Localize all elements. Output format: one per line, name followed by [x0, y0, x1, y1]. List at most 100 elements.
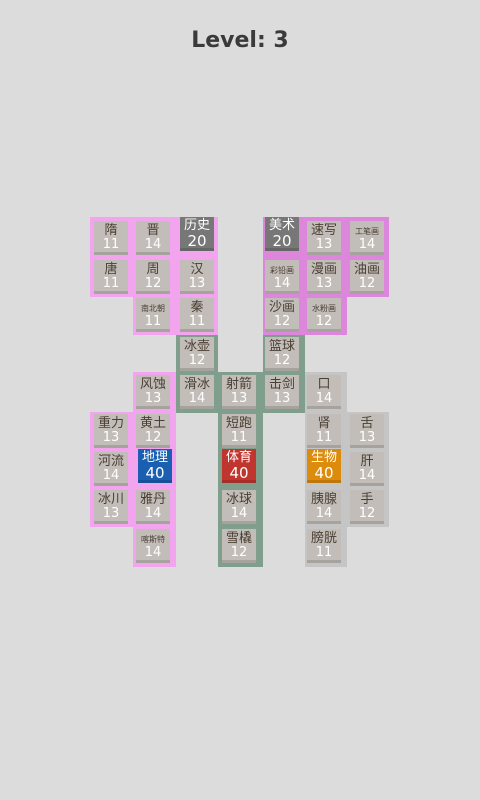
tile-label: 短跑 — [225, 416, 252, 431]
tile-label: 周 — [146, 262, 160, 277]
tile-value: 13 — [273, 391, 291, 406]
tile-value: 11 — [102, 237, 120, 252]
tile-han[interactable]: 汉 13 — [180, 260, 214, 294]
tile-label: 击剑 — [268, 377, 295, 392]
tile-value: 13 — [102, 430, 120, 445]
tile-value: 12 — [188, 353, 206, 368]
tile-value: 12 — [273, 353, 291, 368]
tile-label: 生物 — [310, 450, 337, 465]
tile-label: 南北朝 — [141, 304, 165, 313]
tile-value: 13 — [188, 276, 206, 291]
tile-value: 12 — [144, 276, 162, 291]
tile-label: 汉 — [190, 262, 204, 277]
tile-value: 14 — [358, 468, 376, 483]
tile-bingqiu[interactable]: 冰球 14 — [222, 490, 256, 524]
tile-gongbi[interactable]: 工笔画 14 — [350, 221, 384, 255]
tile-label: 晋 — [146, 223, 160, 238]
tile-label: 篮球 — [268, 339, 295, 354]
tile-value: 12 — [315, 314, 333, 329]
tile-nanbeichao[interactable]: 南北朝 11 — [136, 298, 170, 332]
tile-label: 射箭 — [225, 377, 252, 392]
tile-value: 11 — [315, 430, 333, 445]
tile-history-head[interactable]: 历史 20 — [180, 217, 214, 251]
tile-shou[interactable]: 手 12 — [350, 490, 384, 524]
tile-shahua[interactable]: 沙画 12 — [265, 298, 299, 332]
tile-value: 40 — [314, 464, 334, 482]
tile-manhua[interactable]: 漫画 13 — [307, 260, 341, 294]
tile-value: 11 — [102, 276, 120, 291]
tile-zhongli[interactable]: 重力 13 — [94, 414, 128, 448]
tile-label: 滑冰 — [183, 377, 210, 392]
tile-shejian[interactable]: 射箭 13 — [222, 375, 256, 409]
tile-sui[interactable]: 隋 11 — [94, 221, 128, 255]
tile-label: 隋 — [104, 223, 118, 238]
tile-value: 14 — [315, 506, 333, 521]
tile-label: 水粉画 — [312, 304, 336, 313]
tile-value: 13 — [144, 391, 162, 406]
tile-label: 冰川 — [97, 492, 124, 507]
tile-pangguang[interactable]: 膀胱 11 — [307, 529, 341, 563]
tile-value: 14 — [273, 276, 291, 291]
tile-jin[interactable]: 晋 14 — [136, 221, 170, 255]
tile-value: 13 — [102, 506, 120, 521]
tile-fengshi[interactable]: 风蚀 13 — [136, 375, 170, 409]
tile-she[interactable]: 舌 13 — [350, 414, 384, 448]
tile-huabing[interactable]: 滑冰 14 — [180, 375, 214, 409]
tile-value: 11 — [144, 314, 162, 329]
tile-value: 12 — [273, 314, 291, 329]
tile-kasite[interactable]: 喀斯特 14 — [136, 529, 170, 563]
tile-yixian[interactable]: 胰腺 14 — [307, 490, 341, 524]
tile-jijian[interactable]: 击剑 13 — [265, 375, 299, 409]
tile-label: 沙画 — [268, 300, 295, 315]
tile-value: 40 — [229, 464, 249, 482]
tile-label: 油画 — [353, 262, 380, 277]
tile-value: 13 — [315, 237, 333, 252]
tile-qin[interactable]: 秦 11 — [180, 298, 214, 332]
tile-shuifen[interactable]: 水粉画 12 — [307, 298, 341, 332]
tile-art-head[interactable]: 美术 20 — [265, 217, 299, 251]
tile-shen[interactable]: 肾 11 — [307, 414, 341, 448]
tile-yadan[interactable]: 雅丹 14 — [136, 490, 170, 524]
tile-value: 14 — [358, 237, 376, 252]
tile-youhua[interactable]: 油画 12 — [350, 260, 384, 294]
tile-gan[interactable]: 肝 14 — [350, 452, 384, 486]
tile-value: 11 — [230, 430, 248, 445]
tile-lanqiu[interactable]: 篮球 12 — [265, 337, 299, 371]
tile-label: 雅丹 — [139, 492, 166, 507]
tile-zhou[interactable]: 周 12 — [136, 260, 170, 294]
tile-label: 美术 — [268, 218, 295, 233]
tile-duanpao[interactable]: 短跑 11 — [222, 414, 256, 448]
tile-label: 秦 — [190, 300, 204, 315]
tile-label: 肾 — [317, 416, 331, 431]
tile-biology-head[interactable]: 生物 40 — [307, 449, 341, 483]
tile-label: 唐 — [104, 262, 118, 277]
tile-label: 体育 — [225, 450, 252, 465]
tile-suxie[interactable]: 速写 13 — [307, 221, 341, 255]
tile-value: 14 — [144, 506, 162, 521]
tile-label: 历史 — [183, 218, 210, 233]
tile-xueqiao[interactable]: 雪橇 12 — [222, 529, 256, 563]
tile-sport-head[interactable]: 体育 40 — [222, 449, 256, 483]
tile-tang[interactable]: 唐 11 — [94, 260, 128, 294]
tile-value: 13 — [230, 391, 248, 406]
tile-label: 风蚀 — [139, 377, 166, 392]
level-title: Level: 3 — [191, 28, 289, 53]
tile-value: 14 — [102, 468, 120, 483]
tile-bingchuan[interactable]: 冰川 13 — [94, 490, 128, 524]
tile-geography-head[interactable]: 地理 40 — [138, 449, 172, 483]
tile-value: 14 — [230, 506, 248, 521]
tile-label: 河流 — [97, 454, 124, 469]
tile-value: 14 — [144, 545, 162, 560]
tile-label: 黄土 — [139, 416, 166, 431]
tile-kou[interactable]: 口 14 — [307, 375, 341, 409]
tile-value: 12 — [358, 276, 376, 291]
tile-heliu[interactable]: 河流 14 — [94, 452, 128, 486]
tile-caiqian[interactable]: 彩铅画 14 — [265, 260, 299, 294]
tile-label: 冰壶 — [183, 339, 210, 354]
tile-value: 13 — [315, 276, 333, 291]
tile-label: 速写 — [310, 223, 337, 238]
tile-value: 14 — [188, 391, 206, 406]
tile-value: 20 — [272, 232, 292, 250]
tile-bingpo[interactable]: 冰壶 12 — [180, 337, 214, 371]
tile-huangtu[interactable]: 黄土 12 — [136, 414, 170, 448]
